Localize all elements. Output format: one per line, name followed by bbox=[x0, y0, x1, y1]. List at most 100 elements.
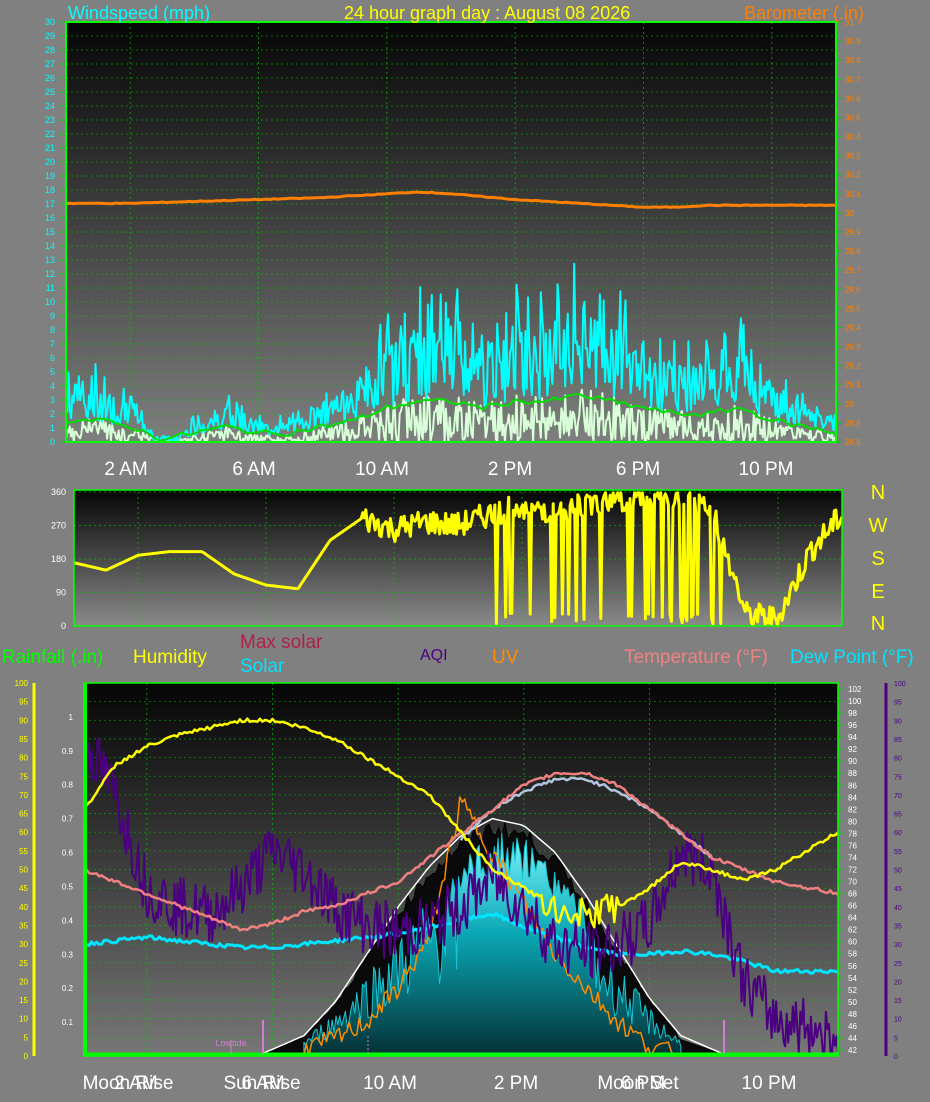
chart-title: 24 hour graph day : August 08 2026 bbox=[344, 3, 630, 23]
uv-label: UV bbox=[492, 647, 519, 668]
aqi-tick-label: 60 bbox=[894, 830, 902, 837]
wind-tick-label: 29 bbox=[45, 31, 55, 41]
rain-tick-label: 0.7 bbox=[62, 815, 74, 824]
wind-tick-label: 27 bbox=[45, 59, 55, 69]
wind-tick-label: 3 bbox=[50, 395, 55, 405]
aqi-tick-label: 40 bbox=[894, 905, 902, 912]
baro-tick-label: 30.4 bbox=[845, 133, 861, 142]
rain-tick-label: 0.6 bbox=[62, 849, 74, 858]
wind-tick-label: 30 bbox=[45, 17, 55, 27]
baro-tick-label: 30.1 bbox=[845, 190, 861, 199]
aqi-tick-label: 75 bbox=[894, 774, 902, 781]
wind-tick-label: 10 bbox=[45, 297, 55, 307]
aqi-tick-label: 10 bbox=[894, 1017, 902, 1024]
rain-tick-label: 0.9 bbox=[62, 747, 74, 756]
time-label: 10 PM bbox=[739, 459, 794, 480]
wind-tick-label: 22 bbox=[45, 129, 55, 139]
rain-tick-label: 0.4 bbox=[62, 916, 74, 925]
temp-tick-label: 92 bbox=[848, 745, 857, 754]
temp-tick-label: 74 bbox=[848, 853, 857, 862]
time-label: 6 PM bbox=[616, 459, 660, 480]
compass-n-top: N bbox=[871, 482, 885, 504]
temp-tick-label: 58 bbox=[848, 950, 857, 959]
baro-tick-label: 28.8 bbox=[845, 438, 861, 447]
aqi-tick-label: 50 bbox=[894, 868, 902, 875]
aqi-tick-label: 100 bbox=[894, 681, 906, 688]
temp-tick-label: 98 bbox=[848, 709, 857, 718]
temp-tick-label: 54 bbox=[848, 974, 857, 983]
temp-tick-label: 48 bbox=[848, 1010, 857, 1019]
humidity-tick-label: 75 bbox=[19, 772, 28, 781]
direction-panel-bg bbox=[74, 490, 842, 626]
temp-tick-label: 82 bbox=[848, 805, 857, 814]
time-axis-top: 2 AM 6 AM 10 AM 2 PM 6 PM 10 PM bbox=[104, 459, 793, 480]
humidity-tick-label: 95 bbox=[19, 698, 28, 707]
wind-tick-label: 16 bbox=[45, 213, 55, 223]
wind-tick-label: 20 bbox=[45, 157, 55, 167]
temp-tick-label: 78 bbox=[848, 829, 857, 838]
baro-tick-label: 29.3 bbox=[845, 343, 861, 352]
humidity-tick-label: 100 bbox=[15, 679, 29, 688]
baro-tick-label: 30.9 bbox=[845, 37, 861, 46]
moon-rise-label: Moon Rise bbox=[83, 1073, 174, 1094]
aqi-tick-label: 15 bbox=[894, 998, 902, 1005]
baro-tick-label: 29 bbox=[845, 400, 854, 409]
rain-tick-label: 0.2 bbox=[62, 984, 74, 993]
aqi-tick-label: 25 bbox=[894, 961, 902, 968]
weather-graph: 0123456789101112131415161718192021222324… bbox=[2, 3, 914, 1094]
wind-tick-label: 21 bbox=[45, 143, 55, 153]
bottom-legend: Rainfall (.in) Humidity Max solar Solar … bbox=[2, 632, 914, 677]
baro-tick-label: 29.2 bbox=[845, 362, 861, 371]
dir-tick-label: 270 bbox=[51, 521, 66, 531]
wind-tick-label: 1 bbox=[50, 423, 55, 433]
compass-s: S bbox=[871, 548, 884, 570]
wind-tick-label: 15 bbox=[45, 227, 55, 237]
time-label: 6 AM bbox=[232, 459, 275, 480]
wind-tick-label: 12 bbox=[45, 269, 55, 279]
temp-tick-label: 42 bbox=[848, 1046, 857, 1055]
temp-tick-label: 90 bbox=[848, 757, 857, 766]
max-solar-label: Max solar bbox=[240, 632, 323, 653]
time-label: 2 AM bbox=[104, 459, 147, 480]
baro-tick-label: 30.8 bbox=[845, 56, 861, 65]
wind-tick-label: 0 bbox=[50, 437, 55, 447]
baro-tick-label: 29.9 bbox=[845, 228, 861, 237]
aqi-tick-label: 85 bbox=[894, 737, 902, 744]
aqi-tick-label: 35 bbox=[894, 923, 902, 930]
temp-tick-label: 46 bbox=[848, 1022, 857, 1031]
rain-tick-label: 1 bbox=[69, 713, 74, 722]
temp-tick-label: 70 bbox=[848, 878, 857, 887]
aqi-tick-label: 70 bbox=[894, 793, 902, 800]
temp-tick-label: 68 bbox=[848, 890, 857, 899]
baro-tick-label: 29.6 bbox=[845, 285, 861, 294]
aqi-tick-label: 20 bbox=[894, 979, 902, 986]
temp-tick-label: 86 bbox=[848, 781, 857, 790]
humidity-tick-label: 10 bbox=[19, 1015, 28, 1024]
temp-tick-label: 64 bbox=[848, 914, 857, 923]
temp-tick-label: 60 bbox=[848, 938, 857, 947]
rain-tick-label: 0.1 bbox=[62, 1018, 74, 1027]
baro-tick-label: 29.5 bbox=[845, 304, 861, 313]
temp-tick-label: 80 bbox=[848, 817, 857, 826]
baro-tick-label: 30.7 bbox=[845, 75, 861, 84]
temp-tick-label: 62 bbox=[848, 926, 857, 935]
humidity-tick-label: 25 bbox=[19, 959, 28, 968]
sun-rise-label: Sun Rise bbox=[223, 1073, 300, 1094]
temperature-label: Temperature (°F) bbox=[624, 647, 768, 668]
humidity-tick-label: 80 bbox=[19, 754, 28, 763]
humidity-tick-label: 65 bbox=[19, 810, 28, 819]
compass-n-bottom: N bbox=[871, 613, 885, 635]
rain-tick-label: 0.8 bbox=[62, 781, 74, 790]
compass-labels: N W S E N bbox=[869, 482, 888, 635]
compass-w: W bbox=[869, 515, 888, 537]
humidity-tick-label: 0 bbox=[24, 1052, 29, 1061]
aqi-tick-label: 80 bbox=[894, 756, 902, 763]
wind-tick-label: 17 bbox=[45, 199, 55, 209]
wind-tick-label: 2 bbox=[50, 409, 55, 419]
aqi-tick-label: 45 bbox=[894, 886, 902, 893]
time-label: 10 AM bbox=[363, 1073, 417, 1094]
humidity-tick-label: 5 bbox=[24, 1033, 29, 1042]
aqi-tick-label: 90 bbox=[894, 718, 902, 725]
wind-tick-label: 26 bbox=[45, 73, 55, 83]
temp-tick-label: 102 bbox=[848, 685, 862, 694]
